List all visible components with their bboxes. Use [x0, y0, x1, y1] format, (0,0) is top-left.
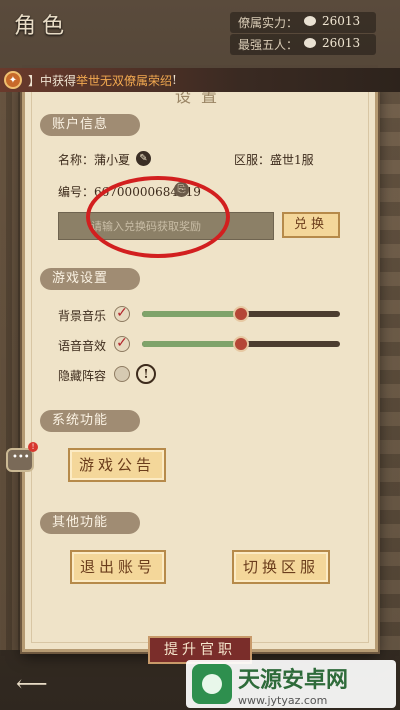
hide-lineup-checkbox[interactable]: [114, 366, 130, 382]
notice-bar: ✦ 】中获得 举世无双僚属荣绍 !: [0, 68, 400, 92]
highlight-circle-annotation: [86, 176, 230, 258]
notice-badge-icon: ✦: [4, 71, 22, 89]
retainer-power-value: 26013: [322, 14, 361, 28]
server-label-text: 区服：: [234, 153, 271, 167]
notice-suffix: !: [172, 73, 177, 87]
bgm-slider-knob[interactable]: [233, 306, 249, 322]
top-five-value: 26013: [322, 36, 361, 50]
bgm-checkbox[interactable]: ✓: [114, 306, 130, 322]
voice-checkbox[interactable]: ✓: [114, 336, 130, 352]
retainer-power-label: 僚属实力：: [238, 16, 299, 30]
flower-icon: [304, 16, 317, 26]
back-arrow-icon[interactable]: ⟵: [16, 672, 48, 697]
voice-slider-fill: [142, 341, 241, 347]
watermark-text: 天源安卓网 www.jytyaz.com: [238, 662, 348, 707]
retainer-power-stat: 僚属实力： 26013: [230, 12, 376, 33]
section-other: 其他功能: [40, 512, 140, 534]
bgm-slider-fill: [142, 311, 241, 317]
id-label-text: 编号：: [58, 185, 95, 199]
bgm-slider[interactable]: [142, 306, 340, 322]
top-five-stat: 最强五人： 26013: [230, 34, 376, 55]
watermark-url: www.jytyaz.com: [238, 693, 328, 707]
bgm-label: 背景音乐: [58, 309, 107, 323]
redeem-button[interactable]: 兑换: [282, 212, 340, 238]
section-system: 系统功能: [40, 410, 140, 432]
watermark-logo-icon: [192, 664, 232, 704]
logout-button[interactable]: 退出账号: [70, 550, 166, 584]
announcement-button[interactable]: 游戏公告: [68, 448, 166, 482]
notice-prefix: 】中获得: [28, 73, 77, 88]
name-label: 名称：蒲小夏: [58, 151, 130, 168]
voice-label: 语音音效: [58, 339, 107, 353]
watermark-title: 天源安卓网: [238, 667, 349, 693]
watermark: 天源安卓网 www.jytyaz.com: [186, 660, 396, 708]
section-game-settings: 游戏设置: [40, 268, 140, 290]
name-label-text: 名称：: [58, 153, 95, 167]
edit-name-icon[interactable]: ✎: [136, 151, 151, 166]
voice-slider[interactable]: [142, 336, 340, 352]
switch-server-button[interactable]: 切换区服: [232, 550, 330, 584]
chat-icon[interactable]: [6, 448, 34, 472]
server-value: 盛世1服: [270, 153, 314, 167]
info-icon[interactable]: !: [136, 364, 156, 384]
server-label: 区服：盛世1服: [234, 151, 314, 168]
top-five-label: 最强五人：: [238, 38, 299, 52]
page-title: 角色: [14, 14, 71, 39]
notice-highlight: 举世无双僚属荣绍: [76, 73, 173, 88]
section-account: 账户信息: [40, 114, 140, 136]
voice-slider-knob[interactable]: [233, 336, 249, 352]
flower-icon: [304, 38, 317, 48]
name-value: 蒲小夏: [94, 153, 131, 167]
chat-notification-badge: !: [28, 442, 38, 452]
hide-lineup-label: 隐藏阵容: [58, 369, 107, 383]
